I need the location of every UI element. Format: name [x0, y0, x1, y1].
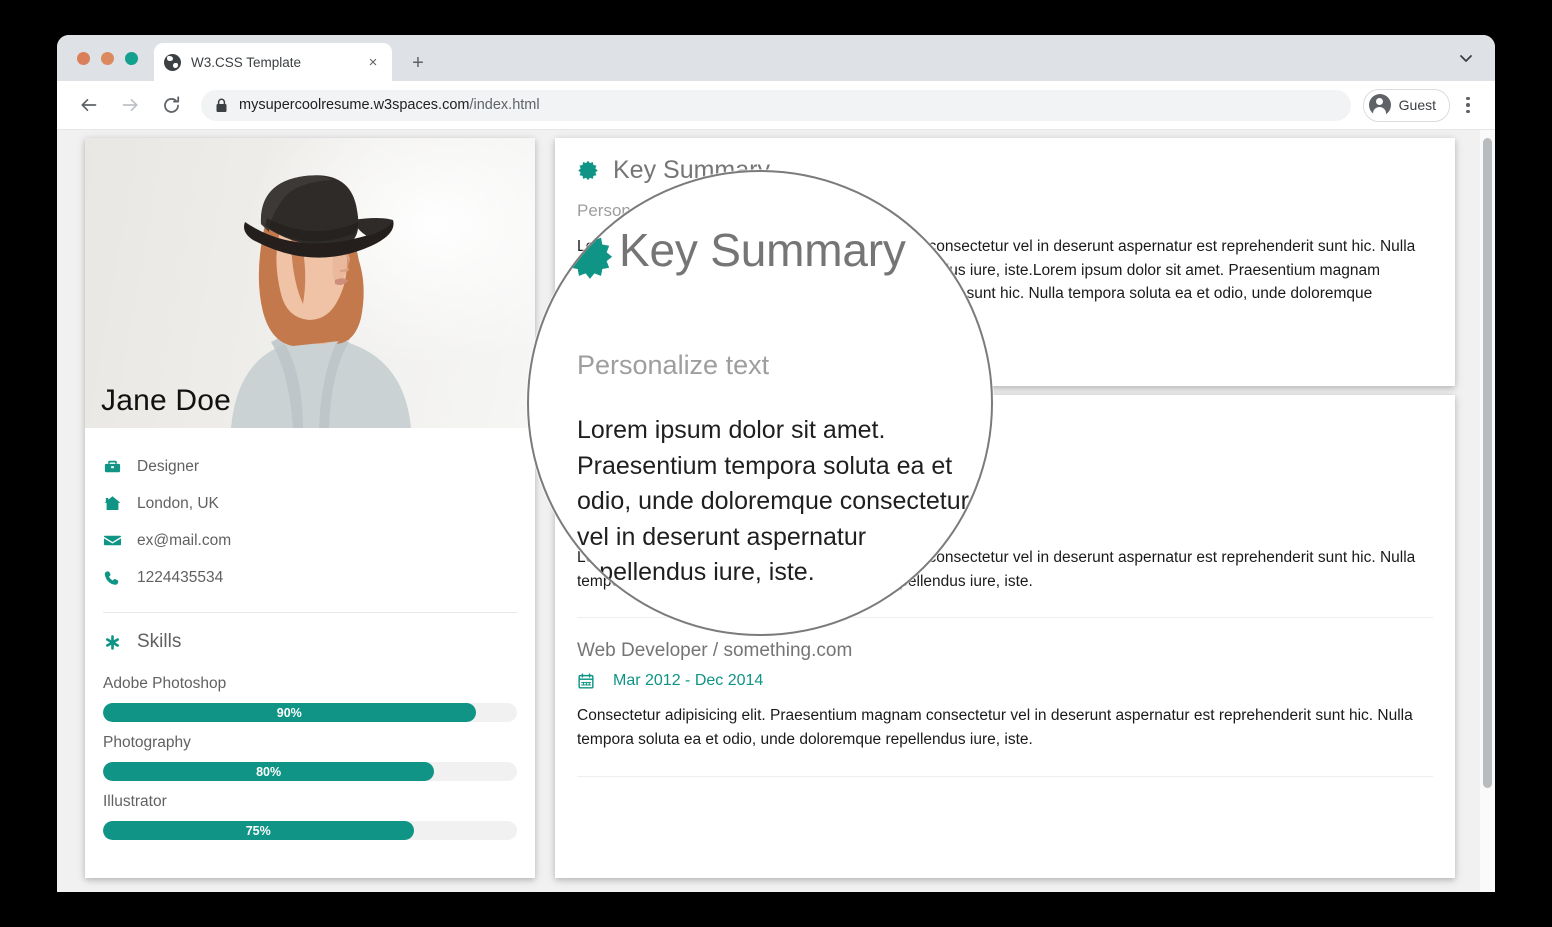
close-icon[interactable]: × [364, 53, 382, 71]
job-description: Consectetur adipisicing elit. Praesentiu… [577, 707, 1413, 749]
skill-progress-value: 75% [245, 823, 271, 838]
browser-menu-icon[interactable] [1456, 90, 1480, 121]
starburst-icon [565, 233, 619, 288]
url-path: /index.html [469, 97, 540, 113]
profile-photo: Jane Doe [85, 138, 535, 428]
skill-progress-fill: 90% [103, 703, 476, 722]
asterisk-icon [103, 633, 137, 652]
address-bar[interactable]: mysupercoolresume.w3spaces.com/index.htm… [201, 89, 1351, 121]
lock-icon [215, 98, 228, 113]
magnifier-title: Key Summary [619, 224, 906, 276]
magnifier-body: Lorem ipsum dolor sit amet. Praesentium … [577, 416, 969, 586]
skill-progress-fill: 80% [103, 762, 435, 781]
window-close-button[interactable] [77, 52, 90, 65]
new-tab-button[interactable]: + [407, 52, 429, 74]
skill-label: Adobe Photoshop [103, 675, 227, 692]
skill-progress-value: 90% [276, 705, 302, 720]
calendar-icon [577, 672, 613, 690]
back-icon[interactable] [72, 88, 106, 122]
screenshot-stage: W3.CSS Template × + mysupercoolresume.w3… [0, 0, 1552, 927]
profile-label: Guest [1398, 97, 1436, 113]
skill-progress-bar: 90% [103, 703, 517, 722]
browser-tab-title: W3.CSS Template [191, 54, 302, 70]
address-bar-url: mysupercoolresume.w3spaces.com/index.htm… [239, 97, 540, 113]
skill-label: Photography [103, 734, 191, 751]
magnifier-subtitle: Personalize text [577, 350, 770, 380]
forward-icon[interactable] [113, 88, 147, 122]
page-scrollbar[interactable] [1480, 130, 1495, 892]
window-minimize-button[interactable] [101, 52, 114, 65]
contact-item-location: London, UK [103, 485, 517, 522]
contact-list: Designer London, UK ex@mail.com 12244355… [85, 428, 535, 602]
contact-item-job: Designer [103, 448, 517, 485]
contact-item-phone: 1224435534 [103, 559, 517, 596]
skills-section-header: Skills [85, 613, 535, 659]
window-traffic-lights [77, 52, 138, 65]
skills-list: Adobe Photoshop 90% Photography 80% Illu… [85, 659, 535, 840]
avatar [1368, 94, 1391, 116]
starburst-icon [577, 160, 613, 182]
skill-item: Adobe Photoshop 90% [103, 675, 517, 722]
browser-window: W3.CSS Template × + mysupercoolresume.w3… [57, 35, 1495, 892]
briefcase-icon [103, 457, 137, 476]
browser-toolbar: mysupercoolresume.w3spaces.com/index.htm… [57, 81, 1495, 130]
skill-label: Illustrator [103, 793, 167, 810]
phone-icon [103, 569, 137, 587]
contact-item-label: ex@mail.com [137, 531, 232, 549]
browser-tab[interactable]: W3.CSS Template × [154, 43, 392, 81]
skills-section-title: Skills [137, 631, 182, 652]
url-host: mysupercoolresume.w3spaces.com [239, 97, 470, 113]
page-title: Jane Doe [101, 384, 232, 417]
divider [577, 775, 1433, 777]
magnifier-header: Key Summary [565, 224, 991, 288]
job-title: Web Developer / something.com [577, 640, 853, 662]
experience-item: Web Developer / something.com Mar 2012 -… [555, 640, 1455, 751]
skill-item: Illustrator 75% [103, 793, 517, 840]
page-viewport: Jane Doe Designer London, UK ex@mail.com… [57, 130, 1495, 892]
skill-progress-bar: 80% [103, 762, 517, 781]
page-scrollbar-thumb[interactable] [1483, 138, 1492, 788]
profile-button[interactable]: Guest [1362, 88, 1450, 122]
home-icon [103, 494, 137, 513]
globe-icon [164, 53, 181, 71]
skill-item: Photography 80% [103, 734, 517, 781]
reload-icon[interactable] [154, 88, 188, 122]
contact-item-label: Designer [137, 457, 200, 475]
window-maximize-button[interactable] [125, 52, 138, 65]
envelope-icon [103, 531, 137, 550]
skill-progress-bar: 75% [103, 821, 517, 840]
skill-progress-fill: 75% [103, 821, 414, 840]
job-date-row: Mar 2012 - Dec 2014 [577, 672, 1433, 690]
contact-item-email: ex@mail.com [103, 522, 517, 559]
magnifier-lens: Key Summary Personalize text Lorem ipsum… [527, 170, 993, 636]
browser-tab-strip: W3.CSS Template × + [57, 35, 1495, 81]
chevron-down-icon[interactable] [1456, 48, 1476, 68]
skill-progress-value: 80% [256, 764, 282, 779]
contact-item-label: 1224435534 [137, 568, 224, 586]
profile-card: Jane Doe Designer London, UK ex@mail.com… [85, 138, 535, 878]
job-date: Mar 2012 - Dec 2014 [613, 672, 764, 690]
contact-item-label: London, UK [137, 494, 219, 512]
